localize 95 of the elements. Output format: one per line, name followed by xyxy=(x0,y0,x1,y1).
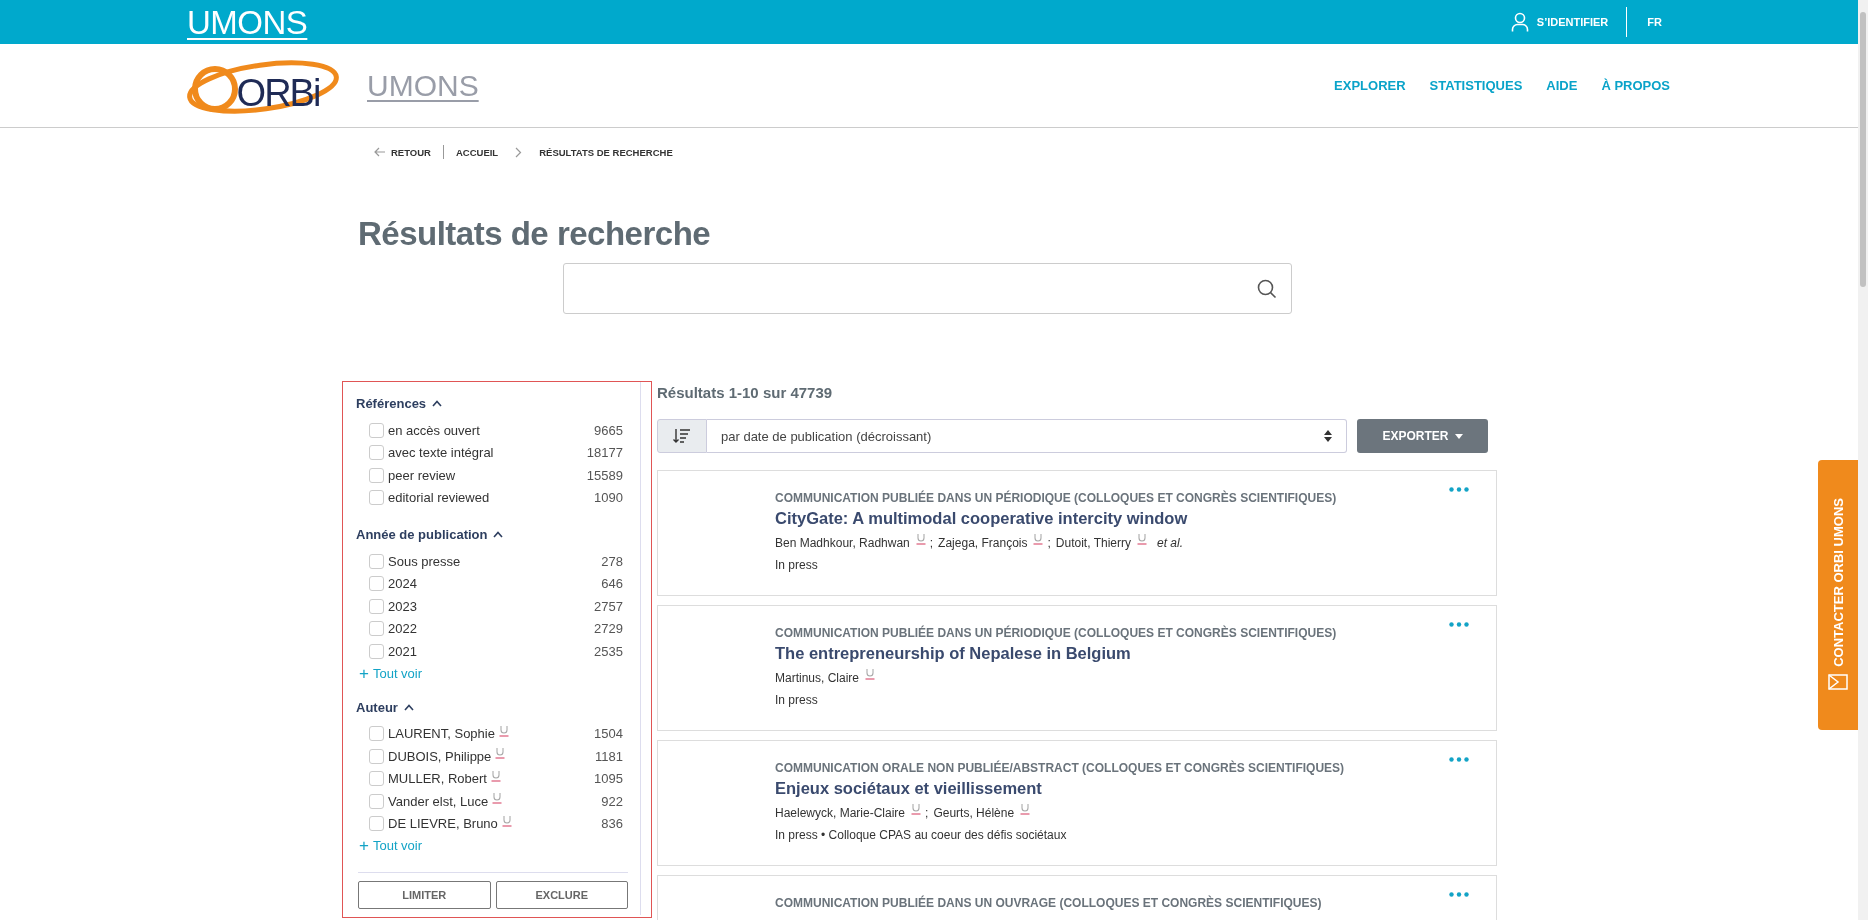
breadcrumb-link[interactable]: ACCUEIL xyxy=(455,146,499,158)
checkbox[interactable] xyxy=(369,576,384,592)
more-authors: et al. xyxy=(1156,536,1183,550)
caret-icon[interactable] xyxy=(403,703,414,711)
filter-label[interactable]: Sous presse xyxy=(388,553,461,569)
filter-label[interactable]: DUBOIS, Philippe xyxy=(388,748,492,764)
results-count: Résultats 1-10 sur 47739 xyxy=(657,384,834,403)
publication-details: In press xyxy=(775,693,819,707)
filter-label[interactable]: 2021 xyxy=(388,643,417,659)
result-title[interactable]: The entrepreneurship of Nepalese in Belgium xyxy=(775,644,1496,663)
filter-heading[interactable]: Auteur xyxy=(356,699,398,715)
caret-down-icon xyxy=(1454,433,1463,439)
sort-descending-icon xyxy=(673,428,691,444)
author-link[interactable]: Martinus, Claire xyxy=(775,671,860,685)
caret-icon[interactable] xyxy=(493,531,504,538)
search-icon[interactable] xyxy=(1257,278,1277,299)
author-separator: ; xyxy=(925,806,929,820)
more-options-icon[interactable] xyxy=(1449,487,1469,492)
filter-button[interactable]: EXCLURE xyxy=(495,881,628,909)
search-field[interactable] xyxy=(563,263,1292,314)
checkbox[interactable] xyxy=(369,445,384,461)
checkbox[interactable] xyxy=(369,598,384,614)
chevron-right-icon xyxy=(515,146,523,158)
filter-count: 1181 xyxy=(595,748,623,764)
filter-count: 922 xyxy=(601,793,623,809)
document-type: COMMUNICATION PUBLIÉE DANS UN PÉRIODIQUE (COLLOQUES ET CONGRÈS SCIENTIFIQUES) xyxy=(775,626,1338,640)
scrollbar[interactable] xyxy=(1858,0,1868,920)
author-link[interactable]: Ben Madhkour, Radhwan xyxy=(775,536,910,550)
checkbox[interactable] xyxy=(369,490,384,506)
select-arrows-icon xyxy=(1324,430,1332,442)
filter-count: 1095 xyxy=(594,771,623,787)
filter-label[interactable]: avec texte intégral xyxy=(388,445,494,461)
caret-icon[interactable] xyxy=(432,400,443,407)
filter-count: 646 xyxy=(601,576,623,592)
envelope-icon xyxy=(1828,674,1848,691)
sort-addon[interactable] xyxy=(657,419,707,453)
author-link[interactable]: Geurts, Hélène xyxy=(933,806,1015,820)
document-type: COMMUNICATION ORALE NON PUBLIÉE/ABSTRACT (COLLOQUES ET CONGRÈS SCIENTIFIQUES) xyxy=(775,761,1346,775)
checkbox[interactable] xyxy=(369,793,384,809)
filter-label[interactable]: MULLER, Robert xyxy=(388,771,487,787)
filter-count: 18177 xyxy=(586,445,623,461)
filter-count: 2729 xyxy=(594,621,623,637)
checkbox[interactable] xyxy=(369,726,384,742)
filter-count: 836 xyxy=(601,816,623,832)
author-separator: ; xyxy=(929,536,934,550)
breadcrumb-link[interactable]: RÉSULTATS DE RECHERCHE xyxy=(539,146,673,158)
plus-sign: + xyxy=(359,837,369,854)
export-button[interactable]: EXPORTER xyxy=(1357,419,1488,453)
author-link[interactable]: Dutoit, Thierry xyxy=(1055,536,1131,550)
filter-label[interactable]: en accès ouvert xyxy=(388,422,480,438)
result-title[interactable]: Enjeux sociétaux et vieillissement xyxy=(775,779,1496,798)
document-type: COMMUNICATION PUBLIÉE DANS UN PÉRIODIQUE (COLLOQUES ET CONGRÈS SCIENTIFIQUES) xyxy=(775,491,1338,505)
filter-count: 1090 xyxy=(594,490,623,506)
umons-logo: UMONS xyxy=(367,68,479,103)
filter-button[interactable]: LIMITER xyxy=(358,881,491,909)
checkbox[interactable] xyxy=(369,816,384,832)
sort-select[interactable]: par date de publication (décroissant) xyxy=(707,419,1347,453)
filter-count: 2757 xyxy=(594,598,623,614)
filter-count: 9665 xyxy=(594,422,623,438)
checkbox[interactable] xyxy=(369,422,384,438)
checkbox[interactable] xyxy=(369,748,384,764)
checkbox[interactable] xyxy=(369,771,384,787)
checkbox[interactable] xyxy=(369,621,384,637)
filter-label[interactable]: editorial reviewed xyxy=(388,490,490,506)
filter-count: 15589 xyxy=(586,467,623,483)
filter-count: 1504 xyxy=(594,726,623,742)
filter-label[interactable]: DE LIEVRE, Bruno xyxy=(388,816,498,832)
filter-label[interactable]: 2023 xyxy=(388,598,417,614)
filter-label[interactable]: Vander elst, Luce xyxy=(388,793,489,809)
back-link[interactable]: RETOUR xyxy=(391,146,431,158)
back-arrow-icon[interactable] xyxy=(374,147,386,157)
filter-heading[interactable]: Références xyxy=(356,396,427,411)
checkbox[interactable] xyxy=(369,643,384,659)
page-title: Résultats de recherche xyxy=(358,214,712,254)
publication-details: In press xyxy=(775,558,819,572)
filter-count: 2535 xyxy=(594,643,623,659)
checkbox[interactable] xyxy=(369,553,384,569)
filter-count: 278 xyxy=(601,553,623,569)
author-link[interactable]: Haelewyck, Marie-Claire xyxy=(775,806,906,820)
author-separator: ; xyxy=(1047,536,1051,550)
more-options-icon[interactable] xyxy=(1449,622,1469,627)
more-options-icon[interactable] xyxy=(1449,757,1469,762)
user-icon[interactable] xyxy=(1510,12,1529,32)
result-title[interactable]: CityGate: A multimodal cooperative intercity window xyxy=(775,509,1496,528)
filter-label[interactable]: 2024 xyxy=(388,576,417,592)
filter-label[interactable]: peer review xyxy=(388,467,456,483)
document-type: COMMUNICATION PUBLIÉE DANS UN OUVRAGE (COLLOQUES ET CONGRÈS SCIENTIFIQUES) xyxy=(775,896,1323,910)
checkbox[interactable] xyxy=(369,467,384,483)
publication-details: In press • Colloque CPAS au coeur des défis sociétaux xyxy=(775,828,1068,842)
author-link[interactable]: Zajega, François xyxy=(938,536,1028,550)
plus-sign: + xyxy=(359,664,369,682)
more-options-icon[interactable] xyxy=(1449,892,1469,897)
filter-heading[interactable]: Année de publication xyxy=(356,527,488,542)
filter-label[interactable]: 2022 xyxy=(388,621,417,637)
filter-label[interactable]: LAURENT, Sophie xyxy=(388,726,495,742)
